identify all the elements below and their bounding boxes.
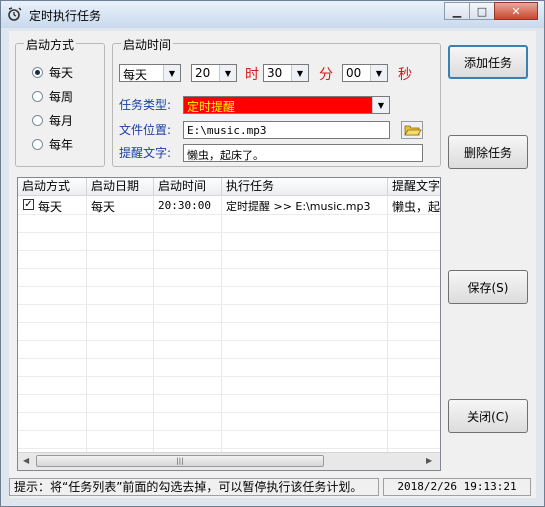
chevron-down-icon[interactable]: ▼ bbox=[163, 65, 180, 81]
radio-weekly[interactable]: 每周 bbox=[32, 88, 73, 105]
status-hint: 提示：将“任务列表”前面的勾选去掉，可以暂停执行该任务计划。 bbox=[9, 478, 379, 496]
minimize-icon: ▁ bbox=[452, 4, 462, 18]
scroll-left-icon[interactable]: ◀ bbox=[23, 456, 29, 465]
scroll-right-icon[interactable]: ▶ bbox=[426, 456, 432, 465]
radio-dot[interactable] bbox=[32, 91, 43, 102]
row-time: 20:30:00 bbox=[158, 199, 211, 212]
start-time-title: 启动时间 bbox=[121, 36, 174, 53]
second-unit: 秒 bbox=[398, 67, 412, 83]
row-date: 每天 bbox=[91, 200, 116, 214]
radio-label: 每年 bbox=[49, 138, 74, 152]
second-value: 00 bbox=[346, 66, 362, 80]
file-location-value: E:\music.mp3 bbox=[187, 124, 267, 137]
task-list-header: 启动方式 启动日期 启动时间 执行任务 提醒文字 bbox=[18, 178, 440, 196]
column-header[interactable]: 提醒文字 bbox=[388, 178, 440, 195]
column-header[interactable]: 启动时间 bbox=[154, 178, 222, 195]
radio-label: 每周 bbox=[49, 90, 74, 104]
chevron-down-icon[interactable]: ▼ bbox=[372, 97, 389, 113]
maximize-button[interactable]: □ bbox=[469, 2, 495, 20]
row-checkbox[interactable]: ✓ bbox=[23, 199, 34, 210]
open-folder-icon[interactable] bbox=[401, 121, 423, 139]
radio-label: 每月 bbox=[49, 114, 74, 128]
add-task-button[interactable]: 添加任务 bbox=[448, 45, 528, 79]
radio-dot[interactable] bbox=[32, 115, 43, 126]
close-button[interactable]: 关闭(C) bbox=[448, 399, 528, 433]
window-title: 定时执行任务 bbox=[29, 9, 102, 23]
task-type-value: 定时提醒 bbox=[187, 100, 236, 114]
delete-task-button[interactable]: 删除任务 bbox=[448, 135, 528, 169]
start-mode-group: 启动方式 每天 每周 每月 每年 bbox=[15, 36, 105, 167]
horizontal-scrollbar[interactable]: ◀ ||| ▶ bbox=[18, 452, 440, 470]
chevron-down-icon[interactable]: ▼ bbox=[219, 65, 236, 81]
hour-select[interactable]: 20 ▼ bbox=[191, 64, 237, 82]
radio-monthly[interactable]: 每月 bbox=[32, 112, 73, 129]
column-header[interactable]: 启动方式 bbox=[18, 178, 87, 195]
title-bar[interactable]: 定时执行任务 ▁ □ ✕ bbox=[1, 1, 544, 28]
minute-select[interactable]: 30 ▼ bbox=[263, 64, 309, 82]
chevron-down-icon[interactable]: ▼ bbox=[370, 65, 387, 81]
start-time-group: 启动时间 每天 ▼ 20 ▼ 时 30 ▼ 分 00 ▼ 秒 任务类型: 定时提… bbox=[112, 36, 441, 167]
main-window: 定时执行任务 ▁ □ ✕ 启动方式 每天 每周 每月 每年 启动时间 每天 ▼ … bbox=[0, 0, 545, 507]
radio-label: 每天 bbox=[49, 66, 74, 80]
radio-dot[interactable] bbox=[32, 139, 43, 150]
task-type-label: 任务类型: bbox=[119, 98, 172, 112]
client-area: 启动方式 每天 每周 每月 每年 启动时间 每天 ▼ 20 ▼ 时 30 ▼ 分… bbox=[9, 31, 536, 498]
row-task: 定时提醒 >> E:\music.mp3 bbox=[226, 200, 371, 213]
file-location-field[interactable]: E:\music.mp3 bbox=[183, 121, 390, 139]
reminder-text-value: 懒虫，起床了。 bbox=[187, 149, 264, 162]
table-row[interactable]: ✓ 每天 每天 20:30:00 定时提醒 >> E:\music.mp3 懒虫… bbox=[18, 196, 440, 214]
maximize-icon: □ bbox=[476, 4, 488, 18]
minute-unit: 分 bbox=[319, 67, 333, 83]
close-window-button[interactable]: ✕ bbox=[494, 2, 538, 20]
task-list[interactable]: 启动方式 启动日期 启动时间 执行任务 提醒文字 ✓ 每天 每天 20:30:0… bbox=[17, 177, 441, 471]
file-location-label: 文件位置: bbox=[119, 123, 172, 137]
minute-value: 30 bbox=[267, 66, 283, 80]
radio-yearly[interactable]: 每年 bbox=[32, 136, 73, 153]
hour-unit: 时 bbox=[245, 67, 259, 83]
scroll-thumb[interactable]: ||| bbox=[36, 455, 324, 467]
frequency-select[interactable]: 每天 ▼ bbox=[119, 64, 181, 82]
column-header[interactable]: 启动日期 bbox=[87, 178, 154, 195]
minimize-button[interactable]: ▁ bbox=[444, 2, 470, 20]
status-bar: 提示：将“任务列表”前面的勾选去掉，可以暂停执行该任务计划。 2018/2/26… bbox=[9, 478, 536, 498]
task-type-select[interactable]: 定时提醒 ▼ bbox=[183, 96, 390, 114]
close-icon: ✕ bbox=[511, 4, 521, 18]
app-icon bbox=[8, 7, 22, 21]
row-reminder: 懒虫，起床了。 bbox=[392, 200, 440, 214]
save-button[interactable]: 保存(S) bbox=[448, 270, 528, 304]
status-datetime: 2018/2/26 19:13:21 bbox=[383, 478, 531, 496]
chevron-down-icon[interactable]: ▼ bbox=[291, 65, 308, 81]
radio-daily[interactable]: 每天 bbox=[32, 64, 73, 81]
reminder-text-field[interactable]: 懒虫，起床了。 bbox=[183, 144, 423, 162]
frequency-value: 每天 bbox=[123, 68, 148, 82]
radio-dot[interactable] bbox=[32, 67, 43, 78]
start-mode-title: 启动方式 bbox=[24, 36, 77, 53]
hour-value: 20 bbox=[195, 66, 211, 80]
row-mode: 每天 bbox=[38, 200, 63, 214]
reminder-text-label: 提醒文字: bbox=[119, 146, 172, 160]
column-header[interactable]: 执行任务 bbox=[222, 178, 388, 195]
second-select[interactable]: 00 ▼ bbox=[342, 64, 388, 82]
